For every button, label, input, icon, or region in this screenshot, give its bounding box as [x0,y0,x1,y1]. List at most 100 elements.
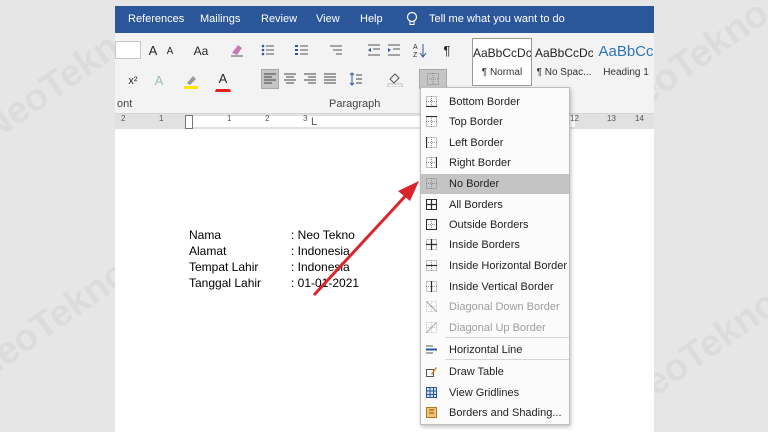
menu-view[interactable]: View [316,13,340,25]
border-menu-item[interactable]: All Borders [421,195,569,215]
border-menu-item: Diagonal Up Border [421,318,569,338]
shading-icon[interactable] [387,71,403,87]
svg-text:Z: Z [413,52,418,58]
border-menu-item[interactable]: Inside Borders [421,235,569,255]
highlight-icon[interactable] [183,73,199,89]
font-color-button[interactable]: A [215,70,231,92]
border-menu-item[interactable]: Inside Horizontal Border [421,256,569,276]
ribbon: A A Aa x² A A A Z ¶ ont Paragraph AaBbCc… [115,33,654,114]
borders-icon [427,73,439,85]
border-menu-item-label: Inside Horizontal Border [449,260,568,272]
border-menu-item-label: Bottom Border [449,96,520,108]
ruler[interactable]: 2 1 1 2 3 L 12 13 14 [115,114,654,129]
font-size-box[interactable] [115,41,141,59]
borders-shading-icon [426,407,437,418]
border-menu-item[interactable]: Inside Vertical Border [421,277,569,297]
text-effects-button[interactable]: A [151,71,167,91]
border-menu-item-label: Horizontal Line [449,344,523,356]
border-menu-item-label: Inside Borders [449,239,520,251]
border-menu-item-label: All Borders [449,199,503,211]
diagonal-up-border-icon [426,322,437,333]
style-preview: AaBbCcDc [535,46,593,60]
menu-references[interactable]: References [128,13,184,25]
style-name: ¶ No Spac... [536,67,592,78]
grow-font-button[interactable]: A [145,41,161,61]
clear-formatting-icon[interactable] [230,43,244,57]
border-menu-item[interactable]: Right Border [421,153,569,173]
border-menu-item-label: Diagonal Down Border [449,301,560,313]
border-menu-item-label: No Border [449,178,500,190]
indent-marker[interactable] [185,115,193,129]
menu-review[interactable]: Review [261,13,297,25]
border-menu-item: Diagonal Down Border [421,297,569,317]
red-arrow-annotation [312,181,419,297]
ruler-number: 3 [303,114,308,123]
border-menu-item[interactable]: No Border [421,174,569,194]
numbering-icon[interactable] [295,43,309,57]
ruler-number: 12 [570,114,579,123]
tell-me-search[interactable]: Tell me what you want to do [429,13,565,25]
field-label: Tempat Lahir [189,260,259,274]
style-name: ¶ Normal [481,67,523,78]
align-left-button[interactable] [261,69,279,89]
align-right-icon[interactable] [303,72,317,86]
increase-indent-icon[interactable] [387,43,401,57]
borders-dropdown-menu: Bottom Border Top Border Left Border Right … [420,87,570,425]
multilevel-list-icon[interactable] [329,43,343,57]
view-gridlines-icon [426,387,437,398]
ruler-number: 1 [159,114,164,123]
borders-button[interactable] [419,69,447,89]
show-formatting-marks-button[interactable]: ¶ [439,41,455,61]
left-border-icon [426,137,437,148]
border-menu-item[interactable]: Left Border [421,133,569,153]
align-left-icon [264,73,276,84]
style-preview: AaBbCc [598,43,654,60]
align-center-icon[interactable] [283,72,297,86]
ruler-number: 2 [121,114,126,123]
change-case-button[interactable]: Aa [189,41,213,61]
style-no-spacing[interactable]: AaBbCcDc ¶ No Spac... [534,38,594,86]
superscript-button[interactable]: x² [123,71,143,91]
menu-bar: References Mailings Review View Help Tel… [115,6,654,33]
border-menu-item-label: Left Border [449,137,504,149]
ruler-number: 13 [607,114,616,123]
svg-text:A: A [413,44,418,51]
border-menu-item-label: Draw Table [449,366,504,378]
border-menu-item[interactable]: Bottom Border [421,92,569,112]
bullets-icon[interactable] [261,43,275,57]
paragraph-group-label: Paragraph [329,98,381,110]
menu-separator [445,337,569,338]
border-menu-item[interactable]: Horizontal Line [421,340,569,360]
ruler-number: 2 [265,114,270,123]
sort-icon[interactable]: A Z [413,42,427,58]
ruler-number: 14 [635,114,644,123]
field-label: Alamat [189,244,227,258]
style-preview: AaBbCcDc [473,46,531,60]
menu-separator [445,359,569,360]
style-normal[interactable]: AaBbCcDc ¶ Normal [472,38,532,86]
border-menu-item-label: Inside Vertical Border [449,281,554,293]
style-heading-1[interactable]: AaBbCc Heading 1 [596,38,654,86]
shrink-font-button[interactable]: A [163,42,177,62]
ruler-tab-marker[interactable]: L [311,116,317,128]
border-menu-item[interactable]: Top Border [421,112,569,132]
field-label: Nama [189,228,222,242]
draw-table-icon [426,367,437,377]
line-spacing-icon[interactable] [349,72,363,86]
justify-icon[interactable] [323,72,337,86]
border-menu-item[interactable]: View Gridlines [421,383,569,403]
border-menu-item[interactable]: Draw Table [421,362,569,382]
border-menu-item-label: Right Border [449,157,511,169]
border-menu-item[interactable]: Borders and Shading... [421,403,569,423]
border-menu-item-label: Outside Borders [449,219,529,231]
border-menu-item-label: Diagonal Up Border [449,322,546,334]
bottom-border-icon [426,96,437,107]
border-menu-item[interactable]: Outside Borders [421,215,569,235]
menu-mailings[interactable]: Mailings [200,13,240,25]
decrease-indent-icon[interactable] [367,43,381,57]
lightbulb-icon [406,11,418,25]
right-border-icon [426,157,437,168]
menu-help[interactable]: Help [360,13,383,25]
font-group-label: ont [117,98,133,110]
field-label: Tanggal Lahir [189,276,262,290]
